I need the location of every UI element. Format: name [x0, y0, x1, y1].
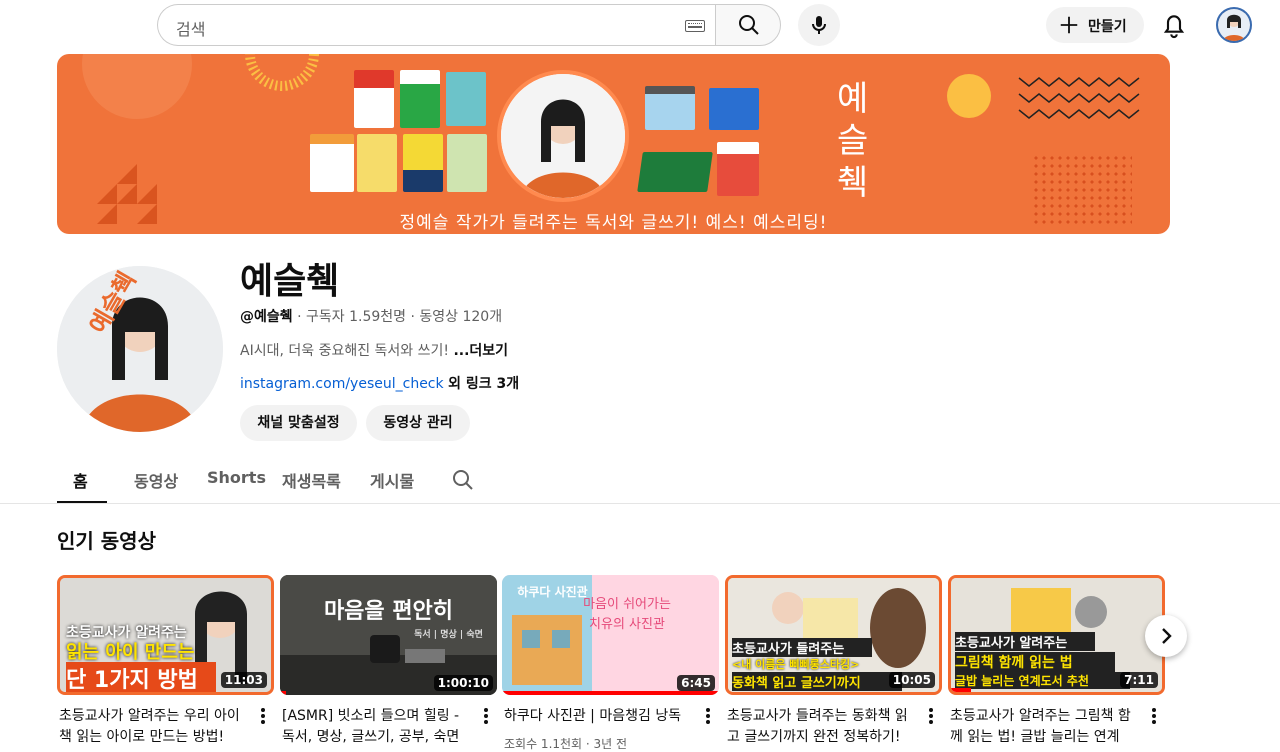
subscriber-count: 구독자 1.59천명: [306, 309, 407, 325]
thumb-caption: 그림책 함께 읽는 법: [955, 652, 1115, 672]
video-card[interactable]: 마음을 편안히 독서 | 명상 | 숙면 1:00:10 [ASMR] 빗소리 …: [280, 575, 497, 745]
channel-links: instagram.com/yeseul_check 외 링크 3개: [240, 373, 519, 393]
video-title[interactable]: 초등교사가 알려주는 그림책 함께 읽는 법! 글밥 늘리는 연계도...: [950, 706, 1140, 748]
video-duration: 7:11: [1120, 672, 1158, 688]
video-card[interactable]: 초등교사가 알려주는 그림책 함께 읽는 법 글밥 늘리는 연계도서 추천 7:…: [948, 575, 1165, 745]
book-cover: [403, 134, 443, 192]
tab-videos[interactable]: 동영상: [134, 468, 178, 492]
desk-calendar: [637, 152, 713, 192]
tab-playlists[interactable]: 재생목록: [282, 468, 341, 492]
create-label: 만들기: [1088, 19, 1127, 35]
channel-handle: @예슬췍: [240, 309, 293, 325]
thumb-caption: 독서 | 명상 | 숙면: [414, 630, 483, 640]
channel-meta: @예슬췍 · 구독자 1.59천명 · 동영상 120개: [240, 309, 503, 325]
more-options-icon[interactable]: [925, 706, 937, 726]
more-link[interactable]: ...더보기: [453, 343, 508, 359]
customize-channel-button[interactable]: 채널 맞춤설정: [240, 405, 357, 441]
search-input[interactable]: 검색: [157, 4, 716, 46]
tab-posts[interactable]: 게시물: [370, 468, 414, 492]
voice-search-button[interactable]: [798, 4, 840, 46]
channel-banner: 예슬췍 정예슬 작가가 들려주는 독서와 글쓰기! 예스! 예스리딩!: [57, 54, 1170, 234]
watch-progress: [280, 691, 286, 695]
thumb-caption: 단 1가지 방법: [66, 662, 216, 692]
thumb-caption: 글밥 늘리는 연계도서 추천: [955, 672, 1130, 689]
thumb-caption: 읽는 아이 만드는: [66, 642, 195, 663]
instagram-link[interactable]: instagram.com/yeseul_check: [240, 376, 444, 392]
thumb-caption: 마음을 편안히: [323, 598, 454, 624]
book-cover: [709, 88, 759, 130]
chevron-right-icon: [1162, 628, 1172, 644]
video-thumbnail[interactable]: 초등교사가 알려주는 그림책 함께 읽는 법 글밥 늘리는 연계도서 추천 7:…: [948, 575, 1165, 695]
create-button[interactable]: 만들기: [1046, 7, 1144, 43]
channel-tabs: 홈 동영상 Shorts 재생목록 게시물: [0, 460, 1280, 504]
thumb-caption: 초등교사가 알려주는: [955, 632, 1095, 651]
watch-progress: [951, 688, 971, 692]
top-bar: 검색 만들기: [0, 0, 1280, 50]
thumb-caption: 초등교사가 들려주는: [732, 638, 872, 657]
more-options-icon[interactable]: [480, 706, 492, 726]
thumb-caption: 동화책 읽고 글쓰기까지: [732, 672, 902, 691]
video-card[interactable]: 초등교사가 들려주는 <내 이름은 삐삐롱스타킹> 동화책 읽고 글쓰기까지 1…: [725, 575, 942, 745]
video-duration: 11:03: [220, 672, 267, 688]
channel-name: 예슬췍: [240, 261, 340, 302]
video-count: 동영상 120개: [419, 309, 503, 325]
more-options-icon[interactable]: [702, 706, 714, 726]
thumb-caption: 마음이 쉬어가는: [583, 597, 671, 612]
book-cover: [447, 134, 487, 192]
video-thumbnail[interactable]: 마음을 편안히 독서 | 명상 | 숙면 1:00:10: [280, 575, 497, 695]
video-title[interactable]: 초등교사가 들려주는 동화책 읽고 글쓰기까지 완전 정복하기!: [727, 706, 917, 748]
video-card[interactable]: 하쿠다 사진관 마음이 쉬어가는 치유의 사진관 6:45 하쿠다 사진관 | …: [502, 575, 719, 751]
book-cover: [310, 134, 354, 192]
video-duration: 10:05: [888, 672, 935, 688]
notifications-button[interactable]: [1158, 9, 1190, 41]
video-duration: 6:45: [677, 675, 715, 691]
bell-icon: [1163, 15, 1185, 38]
plus-icon: [1060, 16, 1078, 34]
more-options-icon[interactable]: [257, 706, 269, 726]
tab-shorts[interactable]: Shorts: [207, 468, 266, 487]
search-icon: [739, 15, 759, 35]
thumb-caption: <내 이름은 삐삐롱스타킹>: [732, 658, 860, 671]
book-cover: [400, 70, 440, 128]
section-title: 인기 동영상: [57, 529, 156, 553]
video-thumbnail[interactable]: 하쿠다 사진관 마음이 쉬어가는 치유의 사진관 6:45: [502, 575, 719, 695]
search-button[interactable]: [715, 4, 781, 46]
channel-description[interactable]: AI시대, 더욱 중요해진 독서와 쓰기! ...더보기: [240, 340, 508, 360]
search-placeholder: 검색: [176, 20, 206, 39]
more-options-icon[interactable]: [1148, 706, 1160, 726]
next-arrow-button[interactable]: [1145, 615, 1187, 657]
book-cover: [354, 70, 394, 128]
keyboard-icon[interactable]: [685, 20, 705, 32]
watch-progress: [502, 691, 719, 695]
desk-calendar: [645, 86, 695, 130]
more-links[interactable]: 외 링크 3개: [448, 376, 519, 392]
description-text: AI시대, 더욱 중요해진 독서와 쓰기!: [240, 343, 450, 359]
video-meta: 조회수 1.1천회 · 3년 전: [504, 737, 628, 751]
video-card[interactable]: 초등교사가 알려주는 읽는 아이 만드는 단 1가지 방법 11:03 초등교사…: [57, 575, 274, 745]
manage-videos-button[interactable]: 동영상 관리: [366, 405, 470, 441]
account-avatar[interactable]: [1216, 7, 1252, 43]
banner-portrait: [497, 70, 629, 202]
mic-icon: [812, 16, 826, 34]
banner-vertical-title: 예슬췍: [837, 79, 869, 203]
video-duration: 1:00:10: [433, 675, 493, 691]
channel-avatar[interactable]: 예슬췍: [57, 266, 223, 432]
tab-home[interactable]: 홈: [73, 468, 88, 492]
thumb-caption: 치유의 사진관: [589, 617, 665, 632]
book-cover: [717, 142, 759, 196]
active-tab-indicator: [57, 501, 107, 503]
search-icon[interactable]: [451, 468, 475, 492]
video-title[interactable]: [ASMR] 빗소리 들으며 힐링 - 독서, 명상, 글쓰기, 공부, 숙면에…: [282, 706, 472, 748]
video-thumbnail[interactable]: 초등교사가 들려주는 <내 이름은 삐삐롱스타킹> 동화책 읽고 글쓰기까지 1…: [725, 575, 942, 695]
video-thumbnail[interactable]: 초등교사가 알려주는 읽는 아이 만드는 단 1가지 방법 11:03: [57, 575, 274, 695]
book-cover: [357, 134, 397, 192]
book-cover: [446, 72, 486, 126]
banner-tagline: 정예슬 작가가 들려주는 독서와 글쓰기! 예스! 예스리딩!: [399, 213, 828, 233]
video-title[interactable]: 초등교사가 알려주는 우리 아이 책 읽는 아이로 만드는 방법! 왜...: [59, 706, 249, 748]
